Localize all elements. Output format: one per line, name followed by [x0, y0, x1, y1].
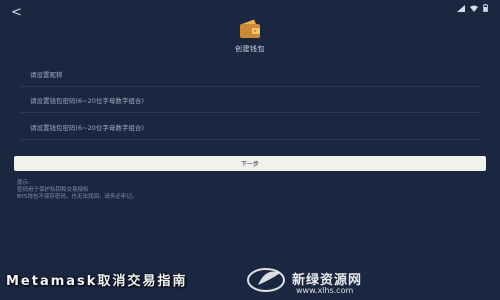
password-field[interactable]	[20, 90, 490, 113]
confirm-password-field[interactable]	[20, 117, 490, 140]
notes: 提示: 密码用于保护私钥和交易授权 BY5钱包不保存密码，也无法找回，请务必牢记…	[17, 180, 137, 201]
wifi-icon	[470, 5, 478, 12]
notes-heading: 提示:	[17, 180, 30, 186]
signal-icon	[457, 4, 465, 12]
next-button[interactable]: 下一步	[14, 156, 486, 171]
battery-icon	[483, 4, 488, 12]
nickname-input[interactable]	[20, 64, 490, 86]
password-input[interactable]	[20, 90, 490, 112]
watermark: 新绿资源网 www.xlhs.com	[246, 262, 496, 298]
status-icons	[457, 4, 488, 12]
article-title-banner: Metamask取消交易指南	[6, 274, 188, 289]
nickname-field[interactable]	[20, 64, 490, 87]
leaf-logo	[247, 268, 285, 292]
back-icon[interactable]: <	[11, 5, 22, 20]
wallet-icon	[240, 19, 260, 38]
notes-line-1: 密码用于保护私钥和交易授权	[17, 187, 89, 193]
page-title: 创建钱包	[235, 45, 265, 53]
watermark-url: www.xlhs.com	[296, 286, 354, 295]
confirm-password-input[interactable]	[20, 117, 490, 139]
notes-line-2: BY5钱包不保存密码，也无法找回，请务必牢记。	[17, 194, 138, 200]
